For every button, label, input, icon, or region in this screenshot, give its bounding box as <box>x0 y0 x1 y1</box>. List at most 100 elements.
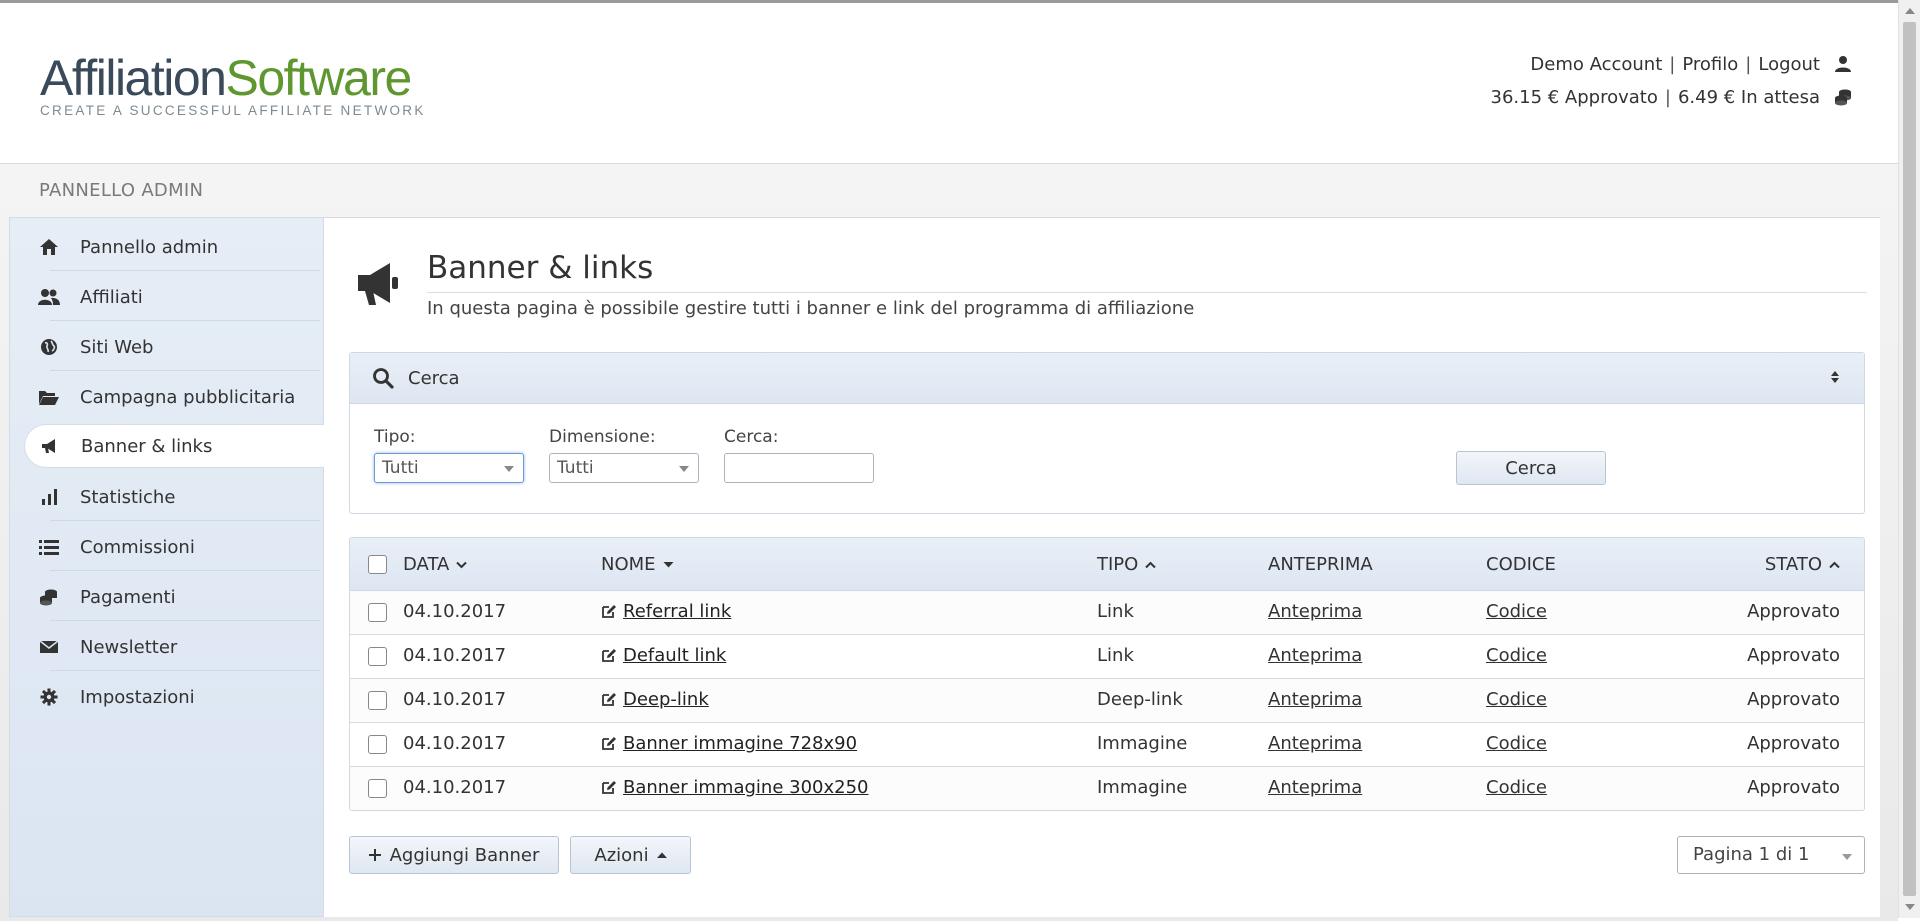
chevron-down-icon <box>456 561 468 569</box>
edit-icon[interactable] <box>601 736 617 751</box>
caret-down-icon <box>663 561 674 568</box>
dimensione-select[interactable]: Tutti <box>549 453 699 483</box>
main-content: Banner & links In questa pagina è possib… <box>324 217 1880 917</box>
logo[interactable]: AffiliationSoftware CREATE A SUCCESSFUL … <box>40 53 426 118</box>
search-input[interactable] <box>724 453 874 483</box>
edit-icon[interactable] <box>601 692 617 707</box>
row-checkbox[interactable] <box>368 647 387 666</box>
actions-dropdown-button[interactable]: Azioni <box>570 836 691 874</box>
preview-link[interactable]: Anteprima <box>1268 689 1362 710</box>
account-row: Demo Account | Profilo | Logout <box>1491 52 1853 76</box>
scrollbar-thumb[interactable] <box>1903 22 1916 896</box>
row-checkbox[interactable] <box>368 779 387 798</box>
sidebar-item-label: Statistiche <box>80 486 176 508</box>
search-panel-title: Cerca <box>408 367 460 389</box>
page-title: Banner & links <box>427 250 654 286</box>
code-link[interactable]: Codice <box>1486 689 1547 710</box>
sidebar-item-newsletter[interactable]: Newsletter <box>24 625 326 669</box>
vertical-scrollbar[interactable] <box>1898 0 1920 918</box>
column-data[interactable]: DATA <box>403 554 468 575</box>
column-codice-label: CODICE <box>1486 554 1556 575</box>
row-checkbox[interactable] <box>368 691 387 710</box>
preview-link[interactable]: Anteprima <box>1268 777 1362 798</box>
cell-tipo: Immagine <box>1097 777 1188 798</box>
bullhorn-icon <box>39 437 61 455</box>
sidebar-item-statistiche[interactable]: Statistiche <box>24 475 326 519</box>
demo-account-link[interactable]: Demo Account <box>1530 54 1662 75</box>
table-row: 04.10.2017 Default link Link Anteprima C… <box>350 635 1864 679</box>
cell-stato: Approvato <box>1747 645 1840 666</box>
row-checkbox[interactable] <box>368 603 387 622</box>
scroll-down-icon[interactable] <box>1905 904 1915 910</box>
select-all-checkbox[interactable] <box>368 555 387 574</box>
cell-tipo: Deep-link <box>1097 689 1183 710</box>
logo-tagline: CREATE A SUCCESSFUL AFFILIATE NETWORK <box>40 103 426 118</box>
sidebar-item-campagna-pubblicitaria[interactable]: Campagna pubblicitaria <box>24 375 326 419</box>
scroll-up-icon[interactable] <box>1905 8 1915 14</box>
bullhorn-icon <box>354 260 402 310</box>
sidebar-item-label: Pagamenti <box>80 586 176 608</box>
tipo-select[interactable]: Tutti <box>374 453 524 483</box>
banner-name-link[interactable]: Banner immagine 728x90 <box>623 733 857 754</box>
user-icon[interactable] <box>1834 55 1852 73</box>
cell-codice: Codice <box>1486 777 1547 798</box>
code-link[interactable]: Codice <box>1486 777 1547 798</box>
code-link[interactable]: Codice <box>1486 733 1547 754</box>
sort-toggle-icon[interactable] <box>1830 369 1840 389</box>
filter-cerca-label: Cerca: <box>724 427 779 447</box>
banner-name-link[interactable]: Banner immagine 300x250 <box>623 777 869 798</box>
banner-name-link[interactable]: Deep-link <box>623 689 709 710</box>
sidebar-divider <box>50 270 320 271</box>
sidebar-item-siti-web[interactable]: Siti Web <box>24 325 326 369</box>
row-checkbox[interactable] <box>368 735 387 754</box>
cell-anteprima: Anteprima <box>1268 645 1362 666</box>
preview-link[interactable]: Anteprima <box>1268 733 1362 754</box>
pagination-value: Pagina 1 di 1 <box>1693 844 1810 865</box>
banner-name-link[interactable]: Referral link <box>623 601 731 622</box>
sidebar-divider <box>50 320 320 321</box>
sidebar-item-commissioni[interactable]: Commissioni <box>24 525 326 569</box>
add-banner-button[interactable]: Aggiungi Banner <box>349 836 559 874</box>
search-button[interactable]: Cerca <box>1456 451 1606 485</box>
chevron-down-icon <box>679 466 689 472</box>
users-icon <box>38 288 60 306</box>
sidebar-item-label: Impostazioni <box>80 686 195 708</box>
balance-row: 36.15 € Approvato | 6.49 € In attesa <box>1491 85 1853 109</box>
sidebar-item-affiliati[interactable]: Affiliati <box>24 275 326 319</box>
sidebar-item-impostazioni[interactable]: Impostazioni <box>24 675 326 719</box>
cell-tipo: Link <box>1097 601 1134 622</box>
profile-link[interactable]: Profilo <box>1682 54 1738 75</box>
code-link[interactable]: Codice <box>1486 645 1547 666</box>
column-tipo[interactable]: TIPO <box>1097 554 1157 575</box>
actions-label: Azioni <box>594 844 649 866</box>
edit-icon[interactable] <box>601 648 617 663</box>
sidebar-divider <box>50 370 320 371</box>
edit-icon[interactable] <box>601 604 617 619</box>
logout-link[interactable]: Logout <box>1758 54 1820 75</box>
cell-nome: Banner immagine 300x250 <box>601 777 869 798</box>
sidebar-item-banner-links[interactable]: Banner & links <box>24 424 326 468</box>
pagination-select[interactable]: Pagina 1 di 1 <box>1677 836 1865 874</box>
table-header: DATA NOME TIPO ANTEPRIMA CODICE STATO <box>350 538 1864 591</box>
table-row: 04.10.2017 Referral link Link Anteprima … <box>350 591 1864 635</box>
filter-dimensione: Dimensione: Tutti <box>549 427 699 483</box>
cell-codice: Codice <box>1486 733 1547 754</box>
column-tipo-label: TIPO <box>1097 554 1139 575</box>
tipo-select-value: Tutti <box>382 458 419 478</box>
edit-icon[interactable] <box>601 780 617 795</box>
cell-codice: Codice <box>1486 601 1547 622</box>
column-codice: CODICE <box>1486 554 1556 575</box>
sidebar-item-label: Campagna pubblicitaria <box>80 386 296 408</box>
preview-link[interactable]: Anteprima <box>1268 645 1362 666</box>
code-link[interactable]: Codice <box>1486 601 1547 622</box>
column-nome[interactable]: NOME <box>601 554 674 575</box>
column-data-label: DATA <box>403 554 450 575</box>
sidebar-item-pagamenti[interactable]: Pagamenti <box>24 575 326 619</box>
column-stato[interactable]: STATO <box>1765 554 1840 575</box>
cell-nome: Referral link <box>601 601 731 622</box>
sidebar-item-pannello-admin[interactable]: Pannello admin <box>24 225 326 269</box>
preview-link[interactable]: Anteprima <box>1268 601 1362 622</box>
search-panel-header[interactable]: Cerca <box>350 353 1864 404</box>
banner-name-link[interactable]: Default link <box>623 645 726 666</box>
table-row: 04.10.2017 Deep-link Deep-link Anteprima… <box>350 679 1864 723</box>
